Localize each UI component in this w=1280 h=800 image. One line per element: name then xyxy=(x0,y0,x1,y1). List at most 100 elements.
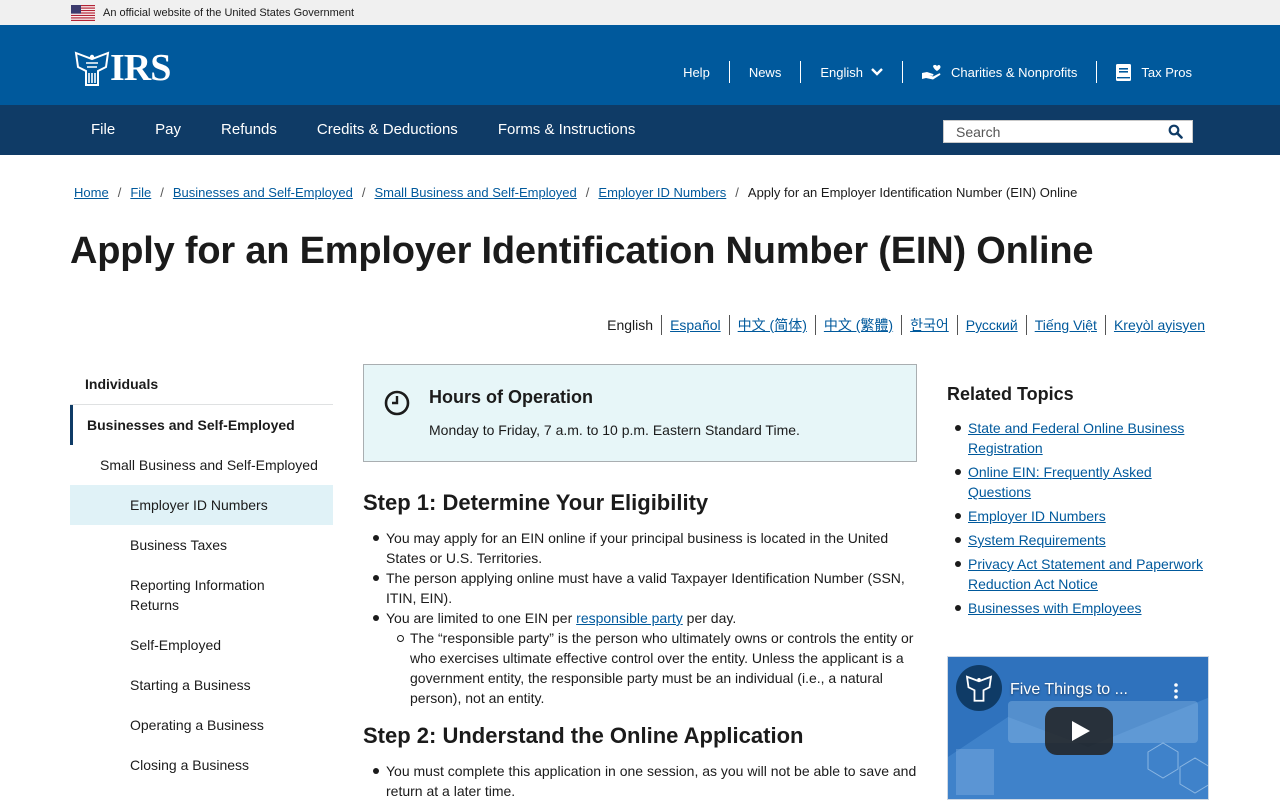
lang-chinese-traditional[interactable]: 中文 (繁體) xyxy=(814,315,901,335)
related-topics-heading: Related Topics xyxy=(947,384,1074,404)
list-item: You are limited to one EIN per responsib… xyxy=(373,608,917,708)
play-icon[interactable] xyxy=(1045,707,1113,755)
list-item: Businesses with Employees xyxy=(955,598,1209,618)
related-topics-list: State and Federal Online Business Regist… xyxy=(947,418,1209,618)
step1-sublist: The “responsible party” is the person wh… xyxy=(386,628,917,708)
irs-eagle-icon xyxy=(74,51,110,86)
page-title: Apply for an Employer Identification Num… xyxy=(70,230,1094,272)
sidenav-employer-id-numbers[interactable]: Employer ID Numbers xyxy=(70,485,333,525)
breadcrumb-small-business[interactable]: Small Business and Self-Employed xyxy=(374,185,576,200)
charities-link[interactable]: Charities & Nonprofits xyxy=(901,61,1096,83)
book-icon xyxy=(1116,63,1132,81)
list-item: Online EIN: Frequently Asked Questions xyxy=(955,462,1209,502)
hand-heart-icon xyxy=(921,64,941,79)
sidenav-industries-professions[interactable]: Industries/Professions xyxy=(70,785,333,800)
breadcrumb-separator: / xyxy=(735,185,739,200)
related-link-system-requirements[interactable]: System Requirements xyxy=(968,532,1106,548)
list-item: You must complete this application in on… xyxy=(373,763,917,799)
breadcrumb-separator: / xyxy=(585,185,590,200)
gov-banner: An official website of the United States… xyxy=(0,0,1280,25)
gov-banner-text: An official website of the United States… xyxy=(103,6,355,19)
breadcrumb-current: Apply for an Employer Identification Num… xyxy=(747,185,1078,200)
nav-pay[interactable]: Pay xyxy=(135,105,201,155)
lang-chinese-simplified[interactable]: 中文 (简体) xyxy=(728,315,815,335)
sidenav-business-taxes[interactable]: Business Taxes xyxy=(70,525,333,565)
lang-vietnamese[interactable]: Tiếng Việt xyxy=(1025,315,1105,335)
sidenav-operating-business[interactable]: Operating a Business xyxy=(70,705,333,745)
breadcrumb-employer-id[interactable]: Employer ID Numbers xyxy=(598,185,726,200)
nav-file[interactable]: File xyxy=(71,105,135,155)
irs-logo[interactable]: IRS xyxy=(72,47,171,89)
related-link-privacy-act[interactable]: Privacy Act Statement and Paperwork Redu… xyxy=(968,556,1203,592)
breadcrumb-home[interactable]: Home xyxy=(74,185,109,200)
list-item: Privacy Act Statement and Paperwork Redu… xyxy=(955,554,1209,594)
irs-eagle-icon xyxy=(965,675,993,702)
hours-alert: Hours of Operation Monday to Friday, 7 a… xyxy=(363,364,917,462)
masthead: IRS Help News English Charities & Nonpro… xyxy=(0,25,1280,105)
sidenav-businesses[interactable]: Businesses and Self-Employed xyxy=(70,405,333,445)
breadcrumb-file[interactable]: File xyxy=(130,185,151,200)
lang-russian[interactable]: Русский xyxy=(956,315,1026,335)
list-item: The person applying online must have a v… xyxy=(373,568,917,608)
video-embed[interactable]: Five Things to ... xyxy=(947,656,1209,800)
channel-avatar[interactable] xyxy=(956,665,1002,711)
list-item-text: per day. xyxy=(682,610,737,626)
nav-forms-instructions[interactable]: Forms & Instructions xyxy=(478,105,656,155)
more-vert-icon[interactable] xyxy=(1174,683,1178,699)
sidenav-individuals[interactable]: Individuals xyxy=(70,364,333,405)
related-link-employer-id-numbers[interactable]: Employer ID Numbers xyxy=(968,508,1106,524)
help-link[interactable]: Help xyxy=(664,61,729,83)
list-item: The “responsible party” is the person wh… xyxy=(397,628,917,708)
alert-body: Monday to Friday, 7 a.m. to 10 p.m. East… xyxy=(429,422,800,438)
search-box xyxy=(943,120,1193,143)
step1-list: You may apply for an EIN online if your … xyxy=(363,528,917,708)
related-topics: Related Topics State and Federal Online … xyxy=(947,384,1209,622)
logo-text: IRS xyxy=(110,47,171,89)
language-label: English xyxy=(820,64,863,80)
sidenav-closing-business[interactable]: Closing a Business xyxy=(70,745,333,785)
us-flag-icon xyxy=(71,4,95,21)
video-title[interactable]: Five Things to ... xyxy=(1010,681,1128,699)
utility-nav: Help News English Charities & Nonprofits… xyxy=(664,61,1192,83)
nav-credits-deductions[interactable]: Credits & Deductions xyxy=(297,105,478,155)
search-icon[interactable] xyxy=(1168,124,1183,139)
lang-english: English xyxy=(607,317,654,333)
list-item: System Requirements xyxy=(955,530,1209,550)
step2-list: You must complete this application in on… xyxy=(363,761,917,800)
sidenav-self-employed[interactable]: Self-Employed xyxy=(70,625,333,665)
breadcrumb-separator: / xyxy=(160,185,164,200)
tax-pros-link[interactable]: Tax Pros xyxy=(1096,61,1192,83)
step2-heading: Step 2: Understand the Online Applicatio… xyxy=(363,723,804,748)
lang-haitian-creole[interactable]: Kreyòl ayisyen xyxy=(1104,315,1205,335)
breadcrumb-separator: / xyxy=(117,185,122,200)
main-content: Hours of Operation Monday to Friday, 7 a… xyxy=(363,364,917,800)
language-selector[interactable]: English xyxy=(800,61,902,83)
sidenav-reporting-info-returns[interactable]: Reporting Information Returns xyxy=(70,565,333,625)
lang-spanish[interactable]: Español xyxy=(661,315,729,335)
chevron-down-icon xyxy=(871,68,883,76)
list-item: You may apply for an EIN online if your … xyxy=(373,528,917,568)
list-item: State and Federal Online Business Regist… xyxy=(955,418,1209,458)
language-switcher: English Español 中文 (简体) 中文 (繁體) 한국어 Русс… xyxy=(599,315,1205,335)
news-link[interactable]: News xyxy=(728,61,801,83)
clock-icon xyxy=(384,390,410,416)
search-input[interactable] xyxy=(944,121,1159,142)
list-item-text: You are limited to one EIN per xyxy=(386,610,577,626)
breadcrumb-separator: / xyxy=(361,185,366,200)
breadcrumb-businesses[interactable]: Businesses and Self-Employed xyxy=(173,185,353,200)
tax-pros-label: Tax Pros xyxy=(1141,64,1192,80)
charities-label: Charities & Nonprofits xyxy=(950,64,1078,80)
breadcrumb: Home / File / Businesses and Self-Employ… xyxy=(74,185,1077,200)
side-nav: Individuals Businesses and Self-Employed… xyxy=(70,364,333,800)
related-link-state-federal-registration[interactable]: State and Federal Online Business Regist… xyxy=(968,420,1184,456)
lang-korean[interactable]: 한국어 xyxy=(901,315,957,335)
sidenav-small-business[interactable]: Small Business and Self-Employed xyxy=(70,445,333,485)
related-link-businesses-with-employees[interactable]: Businesses with Employees xyxy=(968,600,1142,616)
sidenav-starting-business[interactable]: Starting a Business xyxy=(70,665,333,705)
alert-title: Hours of Operation xyxy=(429,387,594,407)
responsible-party-link[interactable]: responsible party xyxy=(576,610,683,626)
step1-heading: Step 1: Determine Your Eligibility xyxy=(363,490,709,515)
list-item: Employer ID Numbers xyxy=(955,506,1209,526)
related-link-online-ein-faq[interactable]: Online EIN: Frequently Asked Questions xyxy=(968,464,1152,500)
nav-refunds[interactable]: Refunds xyxy=(201,105,297,155)
